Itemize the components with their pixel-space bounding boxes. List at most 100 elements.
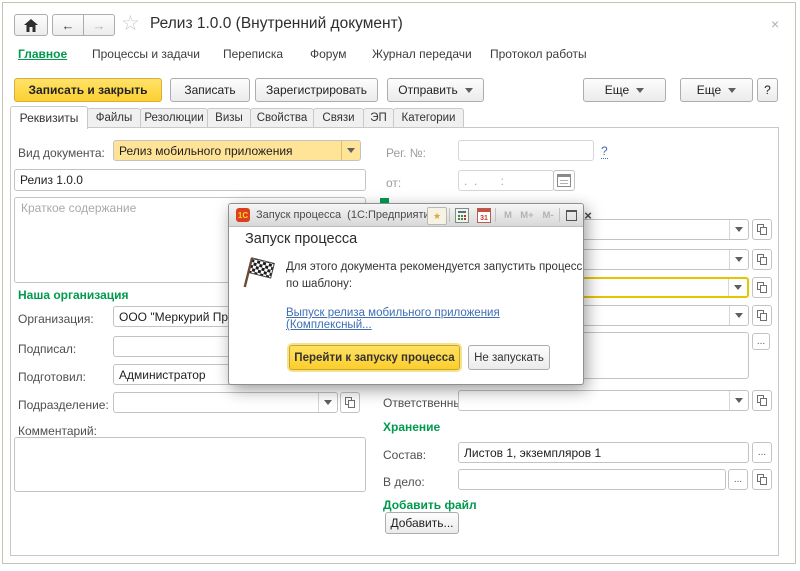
reg-help-link[interactable]: ? bbox=[601, 144, 608, 159]
back-icon: ← bbox=[62, 18, 75, 33]
department-label: Подразделение: bbox=[18, 398, 109, 412]
do-not-launch-button[interactable]: Не запускать bbox=[468, 345, 550, 370]
form-close-icon[interactable]: × bbox=[771, 16, 779, 32]
1c-logo-icon: 1С bbox=[236, 208, 250, 222]
open-link-icon bbox=[757, 282, 767, 293]
maximize-icon bbox=[566, 210, 577, 221]
process-template-link[interactable]: Выпуск релиза мобильного приложения (Ком… bbox=[286, 307, 583, 331]
case-more-button[interactable]: ... bbox=[728, 469, 748, 490]
open-link-icon bbox=[757, 395, 767, 406]
memory-m-plus-button[interactable]: M+ bbox=[517, 207, 537, 223]
calendar-31-icon bbox=[477, 208, 491, 223]
combo-arrow-icon[interactable] bbox=[729, 306, 748, 325]
responsible-combo[interactable] bbox=[458, 390, 749, 411]
department-combo[interactable] bbox=[113, 392, 338, 413]
maximize-button[interactable] bbox=[562, 207, 580, 223]
combo-arrow-icon[interactable] bbox=[341, 141, 360, 160]
app-window: ← → ☆ Релиз 1.0.0 (Внутренний документ) … bbox=[0, 0, 800, 571]
add-file-header: Добавить файл bbox=[383, 498, 477, 512]
tab-categories[interactable]: Категории bbox=[393, 108, 464, 128]
case-label: В дело: bbox=[383, 475, 425, 489]
ellipsis-icon: ... bbox=[757, 336, 765, 347]
right-field-5-more-button[interactable]: ... bbox=[752, 333, 770, 350]
doc-kind-combo[interactable]: Релиз мобильного приложения bbox=[113, 140, 361, 161]
tab-signature[interactable]: ЭП bbox=[363, 108, 394, 128]
composition-input[interactable] bbox=[458, 442, 749, 463]
open-link-icon bbox=[757, 224, 767, 235]
nav-item-work-protocol[interactable]: Протокол работы bbox=[490, 47, 587, 61]
open-link-icon bbox=[345, 397, 355, 408]
memory-m-minus-button[interactable]: M- bbox=[538, 207, 558, 223]
ellipsis-icon: ... bbox=[734, 474, 742, 485]
dialog-heading: Запуск процесса bbox=[245, 231, 357, 247]
divider bbox=[449, 208, 450, 222]
tab-visas[interactable]: Визы bbox=[207, 108, 251, 128]
case-input[interactable] bbox=[458, 469, 726, 490]
send-button[interactable]: Отправить bbox=[387, 78, 484, 102]
combo-arrow-icon[interactable] bbox=[729, 220, 748, 239]
composition-more-button[interactable]: ... bbox=[752, 442, 772, 463]
add-file-button[interactable]: Добавить... bbox=[385, 512, 459, 534]
calendar-button[interactable] bbox=[475, 207, 493, 223]
combo-arrow-icon[interactable] bbox=[728, 279, 747, 296]
doc-kind-label: Вид документа: bbox=[18, 146, 105, 160]
combo-arrow-icon[interactable] bbox=[729, 391, 748, 410]
forward-button[interactable]: → bbox=[83, 14, 115, 36]
organization-label: Организация: bbox=[18, 312, 94, 326]
home-button[interactable] bbox=[14, 14, 48, 36]
page-title: Релиз 1.0.0 (Внутренний документ) bbox=[150, 15, 403, 33]
memory-m-button[interactable]: M bbox=[498, 207, 518, 223]
favorites-button[interactable]: ★ bbox=[427, 207, 447, 225]
calculator-button[interactable] bbox=[453, 207, 471, 223]
star-icon: ★ bbox=[433, 211, 441, 222]
date-label: от: bbox=[386, 176, 401, 190]
right-field-3-open-button[interactable] bbox=[752, 277, 772, 298]
comment-textarea[interactable] bbox=[14, 437, 366, 492]
chevron-down-icon bbox=[636, 88, 644, 97]
signed-by-label: Подписал: bbox=[18, 342, 76, 356]
right-field-2-open-button[interactable] bbox=[752, 249, 772, 270]
close-icon: × bbox=[584, 208, 592, 223]
nav-item-forum[interactable]: Форум bbox=[310, 47, 346, 61]
right-field-1-open-button[interactable] bbox=[752, 219, 772, 240]
register-button[interactable]: Зарегистрировать bbox=[255, 78, 378, 102]
save-button[interactable]: Записать bbox=[170, 78, 250, 102]
dialog-close-button[interactable]: × bbox=[581, 207, 595, 223]
save-close-button[interactable]: Записать и закрыть bbox=[14, 78, 162, 102]
reg-no-input[interactable] bbox=[458, 140, 594, 161]
prepared-by-label: Подготовил: bbox=[18, 370, 86, 384]
help-button[interactable]: ? bbox=[757, 78, 778, 102]
calculator-icon bbox=[455, 208, 469, 223]
storage-header: Хранение bbox=[383, 420, 440, 434]
nav-item-correspondence[interactable]: Переписка bbox=[223, 47, 283, 61]
dialog-message: Для этого документа рекомендуется запуст… bbox=[286, 259, 582, 293]
responsible-open-button[interactable] bbox=[752, 390, 772, 411]
favorite-star-icon[interactable]: ☆ bbox=[121, 11, 140, 36]
composition-label: Состав: bbox=[383, 448, 426, 462]
dialog-title: Запуск процесса (1С:Предприятие) bbox=[256, 209, 439, 221]
tab-links[interactable]: Связи bbox=[313, 108, 364, 128]
more-button-1[interactable]: Еще bbox=[583, 78, 666, 102]
case-open-button[interactable] bbox=[752, 469, 772, 490]
tab-resolutions[interactable]: Резолюции bbox=[140, 108, 208, 128]
dialog-titlebar[interactable]: 1С Запуск процесса (1С:Предприятие) ★ M … bbox=[229, 204, 583, 227]
more-button-2[interactable]: Еще bbox=[680, 78, 753, 102]
go-to-process-launch-button[interactable]: Перейти к запуску процесса bbox=[289, 345, 460, 370]
tab-requisites[interactable]: Реквизиты bbox=[10, 106, 88, 129]
nav-item-main[interactable]: Главное bbox=[18, 47, 67, 61]
divider bbox=[495, 208, 496, 222]
nav-item-processes[interactable]: Процессы и задачи bbox=[92, 47, 200, 61]
combo-arrow-icon[interactable] bbox=[729, 250, 748, 269]
combo-arrow-icon[interactable] bbox=[318, 393, 337, 412]
back-button[interactable]: ← bbox=[52, 14, 84, 36]
right-field-4-open-button[interactable] bbox=[752, 305, 772, 326]
department-open-button[interactable] bbox=[340, 392, 360, 413]
tab-properties[interactable]: Свойства bbox=[250, 108, 314, 128]
calendar-button[interactable] bbox=[553, 170, 575, 191]
date-input[interactable] bbox=[458, 170, 554, 191]
name-input[interactable] bbox=[14, 169, 366, 191]
nav-item-transfer-log[interactable]: Журнал передачи bbox=[372, 47, 472, 61]
divider bbox=[559, 208, 560, 222]
reg-no-label: Рег. №: bbox=[386, 146, 426, 160]
tab-files[interactable]: Файлы bbox=[87, 108, 141, 128]
